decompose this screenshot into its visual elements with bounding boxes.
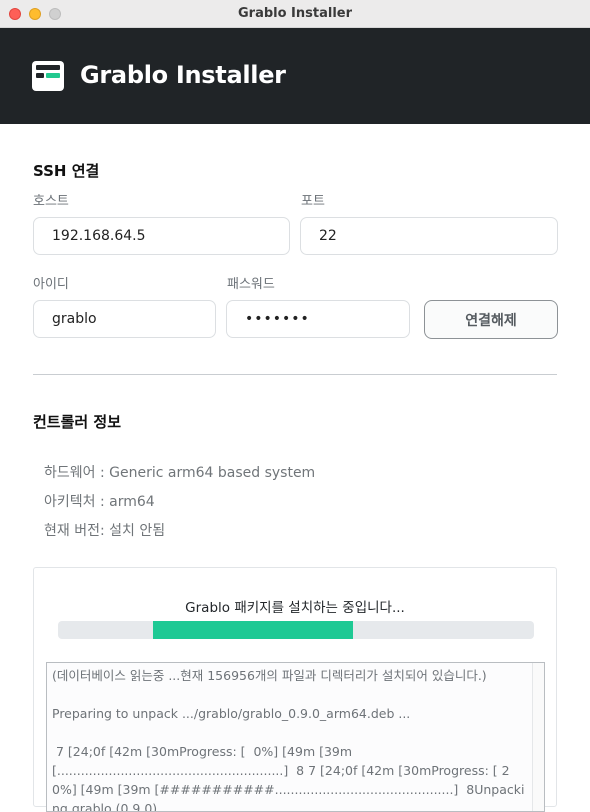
ssh-section-title: SSH 연결 <box>33 162 100 180</box>
host-label: 호스트 <box>33 194 69 209</box>
port-label: 포트 <box>301 194 325 209</box>
disconnect-button[interactable]: 연결해제 <box>424 300 558 339</box>
install-status-text: Grablo 패키지를 설치하는 중입니다... <box>185 600 405 616</box>
window-title: Grablo Installer <box>237 6 353 21</box>
window-titlebar: Grablo Installer <box>0 0 590 28</box>
host-input[interactable] <box>33 217 290 255</box>
grablo-logo-icon <box>32 61 64 91</box>
password-label: 패스워드 <box>227 277 275 292</box>
hardware-info: 하드웨어 : Generic arm64 based system <box>44 465 316 481</box>
app-title: Grablo Installer <box>80 61 286 89</box>
install-log-text: (데이터베이스 읽는중 ...현재 156956개의 파일과 디렉터리가 설치되… <box>52 668 525 812</box>
install-log[interactable]: (데이터베이스 읽는중 ...현재 156956개의 파일과 디렉터리가 설치되… <box>46 662 545 812</box>
install-progress-bar <box>58 621 534 639</box>
section-divider <box>33 374 557 375</box>
id-label: 아이디 <box>33 277 69 292</box>
port-input[interactable] <box>300 217 558 255</box>
id-input[interactable] <box>33 300 216 338</box>
log-scrollbar[interactable] <box>532 663 544 811</box>
install-panel: Grablo 패키지를 설치하는 중입니다... (데이터베이스 읽는중 ...… <box>33 567 557 812</box>
controller-section-title: 컨트롤러 정보 <box>33 413 122 431</box>
architecture-info: 아키텍처 : arm64 <box>44 494 155 510</box>
install-progress-fill <box>153 621 354 639</box>
app-header: Grablo Installer <box>0 28 590 124</box>
password-input[interactable] <box>226 300 410 338</box>
version-info: 현재 버전: 설치 안됨 <box>44 523 166 539</box>
